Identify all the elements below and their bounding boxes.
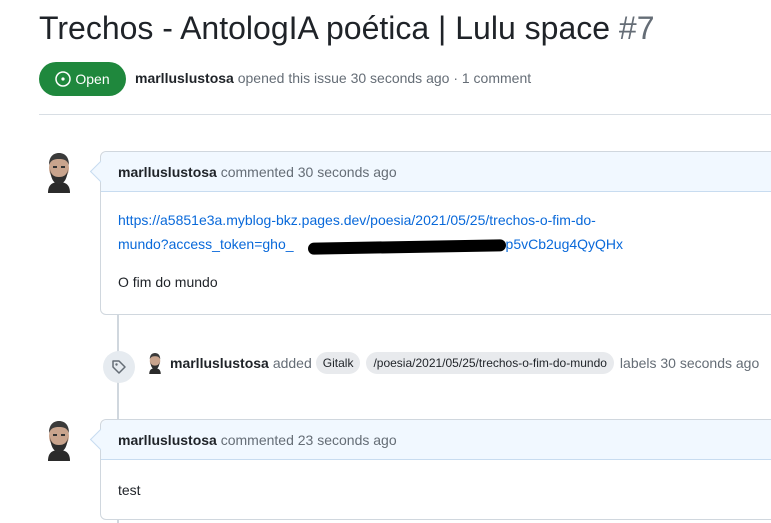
avatar[interactable]	[45, 419, 73, 461]
event-badge	[103, 351, 135, 383]
event-author-link[interactable]: marlluslustosa	[170, 355, 269, 371]
comment-link-line2-start[interactable]: mundo?access_token=gho_	[118, 236, 294, 252]
comment-timestamp[interactable]: commented 30 seconds ago	[221, 164, 397, 180]
comment-author-link[interactable]: marlluslustosa	[118, 432, 217, 448]
issue-state-badge: Open	[39, 62, 126, 96]
issue-state-label: Open	[75, 71, 110, 87]
issue-title-text: Trechos - AntologIA poética | Lulu space	[39, 10, 611, 46]
comment-2: marlluslustosa commented 23 seconds ago …	[100, 419, 771, 520]
issue-number: #7	[618, 10, 655, 46]
comment-link-line1[interactable]: https://a5851e3a.myblog-bkz.pages.dev/po…	[118, 212, 596, 228]
issue-author-link[interactable]: marlluslustosa	[135, 70, 234, 86]
issue-meta-text: opened this issue 30 seconds ago · 1 com…	[237, 70, 532, 86]
issue-opened-icon	[55, 71, 72, 87]
event-suffix: labels 30 seconds ago	[619, 355, 760, 371]
comment-link-line2-end[interactable]: p5vCb2ug4QyQHx	[506, 236, 624, 252]
comment-1: marlluslustosa commented 30 seconds ago …	[100, 151, 771, 315]
label-path[interactable]: /poesia/2021/05/25/trechos-o-fim-do-mund…	[366, 352, 614, 374]
comment-header: marlluslustosa commented 23 seconds ago	[101, 420, 771, 460]
header-divider	[39, 114, 771, 115]
label-gitalk[interactable]: Gitalk	[315, 352, 361, 374]
comment-author-link[interactable]: marlluslustosa	[118, 164, 217, 180]
comment-link[interactable]: https://a5851e3a.myblog-bkz.pages.dev/po…	[118, 208, 771, 256]
tag-icon	[112, 360, 126, 374]
label-event: marlluslustosa added Gitalk /poesia/2021…	[147, 352, 759, 374]
comment-timestamp[interactable]: commented 23 seconds ago	[221, 432, 397, 448]
issue-meta: marlluslustosa opened this issue 30 seco…	[135, 69, 531, 87]
redaction-mark	[307, 239, 507, 255]
comment-header: marlluslustosa commented 30 seconds ago	[101, 152, 771, 192]
issue-title: Trechos - AntologIA poética | Lulu space…	[39, 8, 655, 48]
avatar[interactable]	[45, 151, 73, 193]
comment-text: O fim do mundo	[118, 274, 218, 290]
comment-text: test	[118, 482, 141, 498]
comment-body: https://a5851e3a.myblog-bkz.pages.dev/po…	[101, 208, 771, 291]
avatar[interactable]	[147, 352, 163, 374]
comment-body: test	[101, 481, 771, 499]
event-verb: added	[272, 355, 312, 371]
